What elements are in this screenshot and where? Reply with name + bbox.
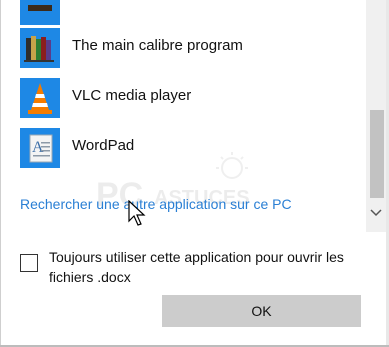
wordpad-icon: A <box>20 128 60 168</box>
calibre-books-icon <box>20 28 60 68</box>
scroll-thumb[interactable] <box>370 110 384 198</box>
app-label-calibre: The main calibre program <box>72 37 243 54</box>
scroll-down-arrow-icon[interactable] <box>368 206 384 218</box>
always-use-label: Toujours utiliser cette application pour… <box>49 249 344 285</box>
mouse-cursor-icon <box>128 199 148 228</box>
app-item-vlc[interactable]: VLC media player <box>11 73 366 123</box>
app-label-vlc: VLC media player <box>72 87 192 104</box>
left-border <box>0 0 1 347</box>
always-use-checkbox[interactable] <box>20 254 38 272</box>
app-item-calibre[interactable]: The main calibre program <box>11 23 366 73</box>
open-with-dialog: The main calibre program VLC media playe… <box>0 0 389 347</box>
app-item-wordpad[interactable]: A WordPad <box>11 123 366 173</box>
app-label-wordpad: WordPad <box>72 137 135 154</box>
search-other-app-link[interactable]: Rechercher une autre application sur ce … <box>20 196 292 212</box>
vlc-cone-icon <box>20 78 60 118</box>
ok-button[interactable]: OK <box>162 295 361 327</box>
books-icon <box>20 0 60 25</box>
scrollbar[interactable] <box>366 0 386 232</box>
